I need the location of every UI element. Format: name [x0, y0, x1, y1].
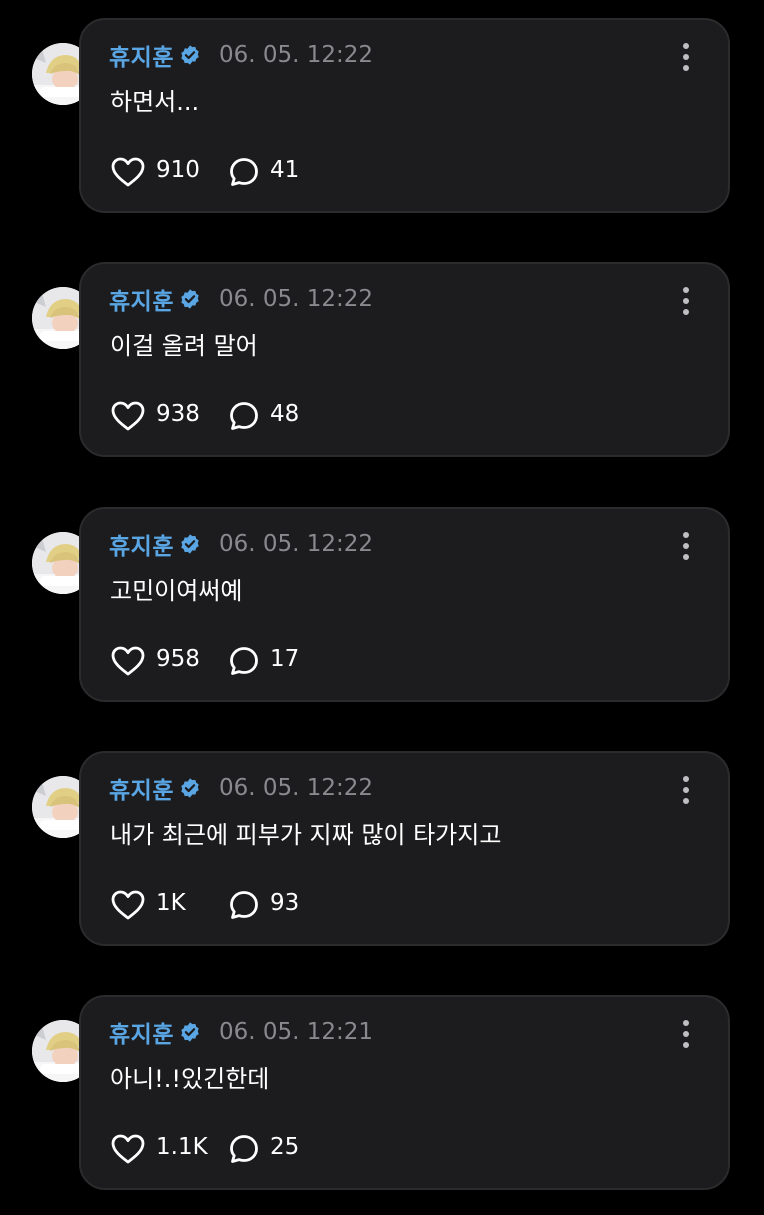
comment-header: 휴지훈 06. 05. 12:22: [109, 282, 374, 316]
comment-text: 아니!.!있긴한데: [110, 1065, 270, 1093]
author-name[interactable]: 휴지훈: [109, 771, 174, 805]
comment-text: 하면서...: [110, 88, 200, 116]
reply-count: 48: [270, 401, 300, 427]
author-name[interactable]: 휴지훈: [109, 527, 174, 561]
author-name[interactable]: 휴지훈: [109, 38, 174, 72]
speech-bubble-icon[interactable]: [228, 1133, 260, 1165]
comment-text: 내가 최근에 피부가 지짜 많이 타가지고: [110, 821, 502, 849]
comment-post: 휴지훈 06. 05. 12:21 아니!.!있긴한데 1.1K 25: [0, 995, 764, 1215]
like-count: 938: [156, 401, 200, 427]
speech-bubble-icon[interactable]: [228, 400, 260, 432]
comment-post: 휴지훈 06. 05. 12:22 내가 최근에 피부가 지짜 많이 타가지고 …: [0, 751, 764, 971]
heart-icon[interactable]: [110, 1133, 146, 1165]
verified-badge-icon: [181, 1022, 199, 1042]
comment-actions: 910 41: [110, 155, 510, 189]
speech-bubble-icon[interactable]: [228, 156, 260, 188]
more-vertical-icon[interactable]: [678, 532, 694, 560]
comment-header: 휴지훈 06. 05. 12:22: [109, 527, 374, 561]
comment-actions: 958 17: [110, 644, 510, 678]
like-count: 1K: [156, 890, 186, 916]
timestamp: 06. 05. 12:21: [218, 1019, 374, 1045]
timestamp: 06. 05. 12:22: [218, 42, 374, 68]
heart-icon[interactable]: [110, 400, 146, 432]
comment-header: 휴지훈 06. 05. 12:21: [109, 1015, 374, 1049]
comment-text: 이걸 올려 말어: [110, 332, 258, 360]
comment-actions: 1.1K 25: [110, 1132, 510, 1166]
comment-actions: 1K 93: [110, 888, 510, 922]
comment-post: 휴지훈 06. 05. 12:22 하면서... 910 41: [0, 18, 764, 238]
verified-badge-icon: [181, 534, 199, 554]
verified-badge-icon: [181, 778, 199, 798]
more-vertical-icon[interactable]: [678, 1020, 694, 1048]
heart-icon[interactable]: [110, 645, 146, 677]
author-name[interactable]: 휴지훈: [109, 282, 174, 316]
comment-header: 휴지훈 06. 05. 12:22: [109, 771, 374, 805]
more-vertical-icon[interactable]: [678, 43, 694, 71]
reply-count: 93: [270, 890, 300, 916]
reply-count: 25: [270, 1134, 300, 1160]
comment-text: 고민이여써예: [110, 577, 243, 605]
like-count: 958: [156, 646, 200, 672]
timestamp: 06. 05. 12:22: [218, 286, 374, 312]
comment-post: 휴지훈 06. 05. 12:22 이걸 올려 말어 938 48: [0, 262, 764, 482]
comment-post: 휴지훈 06. 05. 12:22 고민이여써예 958 17: [0, 507, 764, 727]
timestamp: 06. 05. 12:22: [218, 775, 374, 801]
verified-badge-icon: [181, 45, 199, 65]
heart-icon[interactable]: [110, 156, 146, 188]
reply-count: 17: [270, 646, 300, 672]
more-vertical-icon[interactable]: [678, 776, 694, 804]
heart-icon[interactable]: [110, 889, 146, 921]
timestamp: 06. 05. 12:22: [218, 531, 374, 557]
like-count: 910: [156, 157, 200, 183]
comment-actions: 938 48: [110, 399, 510, 433]
author-name[interactable]: 휴지훈: [109, 1015, 174, 1049]
speech-bubble-icon[interactable]: [228, 889, 260, 921]
like-count: 1.1K: [156, 1134, 208, 1160]
more-vertical-icon[interactable]: [678, 287, 694, 315]
reply-count: 41: [270, 157, 300, 183]
speech-bubble-icon[interactable]: [228, 645, 260, 677]
comment-header: 휴지훈 06. 05. 12:22: [109, 38, 374, 72]
verified-badge-icon: [181, 289, 199, 309]
